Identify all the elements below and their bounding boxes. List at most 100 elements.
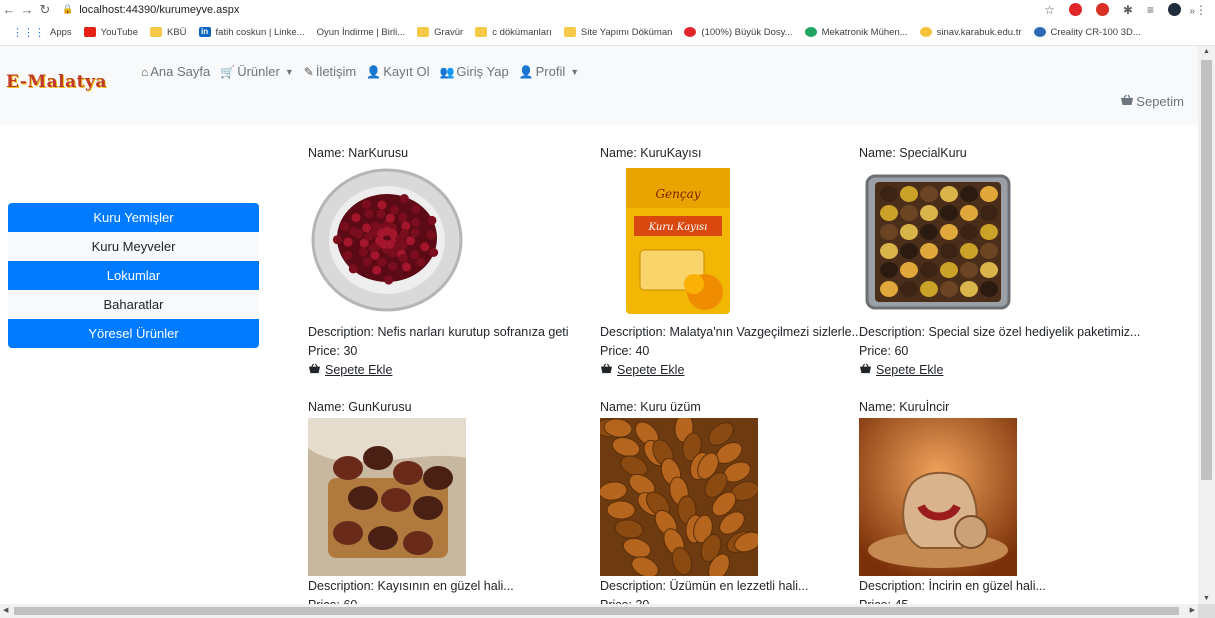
- product-card: Name: SpecialKuru Description: Special si…: [859, 144, 1149, 380]
- bookmark-item[interactable]: KBÜ: [150, 27, 187, 38]
- category-item[interactable]: Yöresel Ürünler: [8, 319, 259, 348]
- lock-icon: 🔒: [62, 4, 74, 14]
- bookmark-item[interactable]: Gravür: [417, 27, 463, 38]
- bookmark-item[interactable]: YouTube: [83, 27, 138, 38]
- bookmark-item[interactable]: Oyun İndirme | Birli...: [317, 27, 406, 38]
- menu-item-1[interactable]: 🛒 Ürünler ▼: [220, 64, 294, 79]
- cart-link[interactable]: Sepetim: [1120, 94, 1184, 109]
- product-image[interactable]: [859, 418, 1017, 576]
- description-value: Special size özel hediyelik paketimiz...: [928, 325, 1141, 339]
- product-name: Name: Kuru üzüm: [600, 398, 860, 417]
- svg-text:Kuru Kayısı: Kuru Kayısı: [648, 222, 708, 233]
- bookmark-item[interactable]: sinav.karabuk.edu.tr: [919, 26, 1022, 38]
- menu-item-2[interactable]: ✎ İletişim: [304, 64, 357, 79]
- adblock-extension-icon[interactable]: [1095, 3, 1109, 16]
- home-icon: ⌂: [141, 64, 149, 79]
- opera-icon: [684, 27, 697, 37]
- back-arrow-icon[interactable]: ←: [0, 2, 18, 17]
- reload-icon[interactable]: ↻: [36, 2, 54, 18]
- price-label: Price:: [308, 344, 344, 358]
- product-price: Price: 30: [308, 342, 568, 361]
- product-image[interactable]: [308, 418, 466, 576]
- category-item[interactable]: Lokumlar: [8, 261, 259, 290]
- youtube-icon: [83, 27, 96, 37]
- basket-icon: [308, 361, 321, 380]
- product-description: Description: Nefis narları kurutup sofra…: [308, 323, 568, 342]
- cart-label: Sepetim: [1136, 94, 1184, 109]
- scroll-down-arrow-icon[interactable]: ▼: [1198, 595, 1215, 602]
- bookmark-label: sinav.karabuk.edu.tr: [936, 26, 1022, 38]
- basket-icon: [1120, 94, 1134, 109]
- puzzle-icon[interactable]: ✱: [1123, 3, 1133, 17]
- menu-item-5[interactable]: 👤 Profil ▼: [519, 64, 580, 79]
- menu-item-3[interactable]: 👤 Kayıt Ol: [366, 64, 429, 79]
- folder-icon: [417, 27, 430, 37]
- product-name: Name: NarKurusu: [308, 144, 568, 163]
- bookmark-item[interactable]: c dökümanları: [475, 27, 552, 38]
- site-logo[interactable]: E-Malatya: [6, 72, 107, 92]
- emoji-icon: [919, 27, 932, 37]
- menu-item-4[interactable]: 👥 Giriş Yap: [439, 64, 508, 79]
- forward-arrow-icon[interactable]: →: [18, 2, 36, 17]
- price-label: Price:: [859, 344, 895, 358]
- horizontal-scroll-thumb[interactable]: [14, 607, 1179, 615]
- add-to-cart-link[interactable]: Sepete Ekle: [859, 361, 1149, 380]
- name-label: Name:: [308, 400, 349, 414]
- category-item[interactable]: Kuru Meyveler: [8, 232, 259, 261]
- browser-toolbar: ← → ↻ 🔒 localhost:44390/kurumeyve.aspx ☆…: [0, 0, 1215, 19]
- menu-item-label: Ürünler: [237, 64, 280, 79]
- product-card: Name: NarKurusu Description: Nefis narlar…: [308, 144, 568, 380]
- product-image[interactable]: [600, 418, 758, 576]
- vertical-scroll-thumb[interactable]: [1201, 60, 1212, 480]
- category-list: Kuru Yemişler Kuru Meyveler Lokumlar Bahara…: [8, 203, 259, 348]
- address-bar[interactable]: 🔒 localhost:44390/kurumeyve.aspx: [62, 4, 239, 16]
- bookmark-item[interactable]: in fatih coskun | Linke...: [198, 27, 305, 38]
- product-card: Name: Kuruİncir Description: İncirin en g…: [859, 398, 1149, 604]
- bookmark-label: Oyun İndirme | Birli...: [316, 26, 406, 38]
- profile-avatar-icon[interactable]: [1168, 3, 1181, 16]
- add-to-cart-link[interactable]: Sepete Ekle: [308, 361, 568, 380]
- name-label: Name:: [859, 400, 900, 414]
- bookmark-item[interactable]: (100%) Büyük Dosy...: [684, 27, 793, 38]
- scroll-left-arrow-icon[interactable]: ◀: [3, 606, 8, 614]
- category-item[interactable]: Kuru Yemişler: [8, 203, 259, 232]
- reading-list-icon[interactable]: ≡: [1147, 3, 1154, 17]
- users-icon: 👥: [439, 64, 455, 79]
- star-icon[interactable]: ☆: [1044, 3, 1055, 17]
- bookmark-item[interactable]: ⋮⋮⋮ Apps: [12, 26, 72, 39]
- url-text[interactable]: localhost:44390/kurumeyve.aspx: [79, 4, 239, 16]
- category-item[interactable]: Baharatlar: [8, 290, 259, 319]
- add-to-cart-link[interactable]: Sepete Ekle: [600, 361, 860, 380]
- vertical-scrollbar[interactable]: ▲ ▼: [1198, 46, 1215, 604]
- product-description: Description: Malatya'nın Vazgeçilmezi si…: [600, 323, 860, 342]
- name-value: SpecialKuru: [899, 146, 967, 160]
- bookmark-item[interactable]: Site Yapımı Döküman: [563, 27, 672, 38]
- linkedin-icon: in: [198, 27, 211, 37]
- name-label: Name:: [308, 146, 349, 160]
- bookmark-label: KBÜ: [167, 26, 187, 38]
- price-value: 60: [894, 344, 909, 358]
- name-value: Kuru üzüm: [640, 400, 701, 414]
- product-image[interactable]: [859, 164, 1017, 322]
- opera-extension-icon[interactable]: [1068, 3, 1082, 16]
- description-label: Description:: [859, 325, 929, 339]
- bookmark-label: c dökümanları: [492, 26, 552, 38]
- kebab-menu-icon[interactable]: ⋮: [1195, 3, 1207, 17]
- bookmark-item[interactable]: Creality CR-100 3D...: [1033, 27, 1141, 38]
- bookmark-label: Apps: [50, 26, 72, 38]
- user-icon: 👤: [518, 64, 534, 79]
- horizontal-scrollbar[interactable]: ◀ ▶: [0, 604, 1198, 618]
- price-value: 30: [343, 344, 358, 358]
- product-image[interactable]: Gençay Kuru Kayısı: [600, 164, 758, 322]
- bookmark-label: Mekatronik Mühen...: [821, 26, 908, 38]
- scroll-right-arrow-icon[interactable]: ▶: [1190, 606, 1195, 614]
- product-image[interactable]: [308, 164, 466, 322]
- name-value: GunKurusu: [348, 400, 412, 414]
- name-label: Name:: [600, 400, 641, 414]
- bookmark-item[interactable]: Mekatronik Mühen...: [804, 26, 908, 38]
- menu-item-0[interactable]: ⌂ Ana Sayfa: [141, 64, 210, 79]
- site-navbar: E-Malatya ⌂ Ana Sayfa 🛒 Ürünler ▼ ✎ İletişim 👤 K…: [0, 46, 1198, 125]
- bookmarks-more[interactable]: »: [1189, 6, 1195, 17]
- scroll-up-arrow-icon[interactable]: ▲: [1198, 48, 1215, 55]
- description-value: Nefis narları kurutup sofranıza getirdik…: [377, 325, 568, 339]
